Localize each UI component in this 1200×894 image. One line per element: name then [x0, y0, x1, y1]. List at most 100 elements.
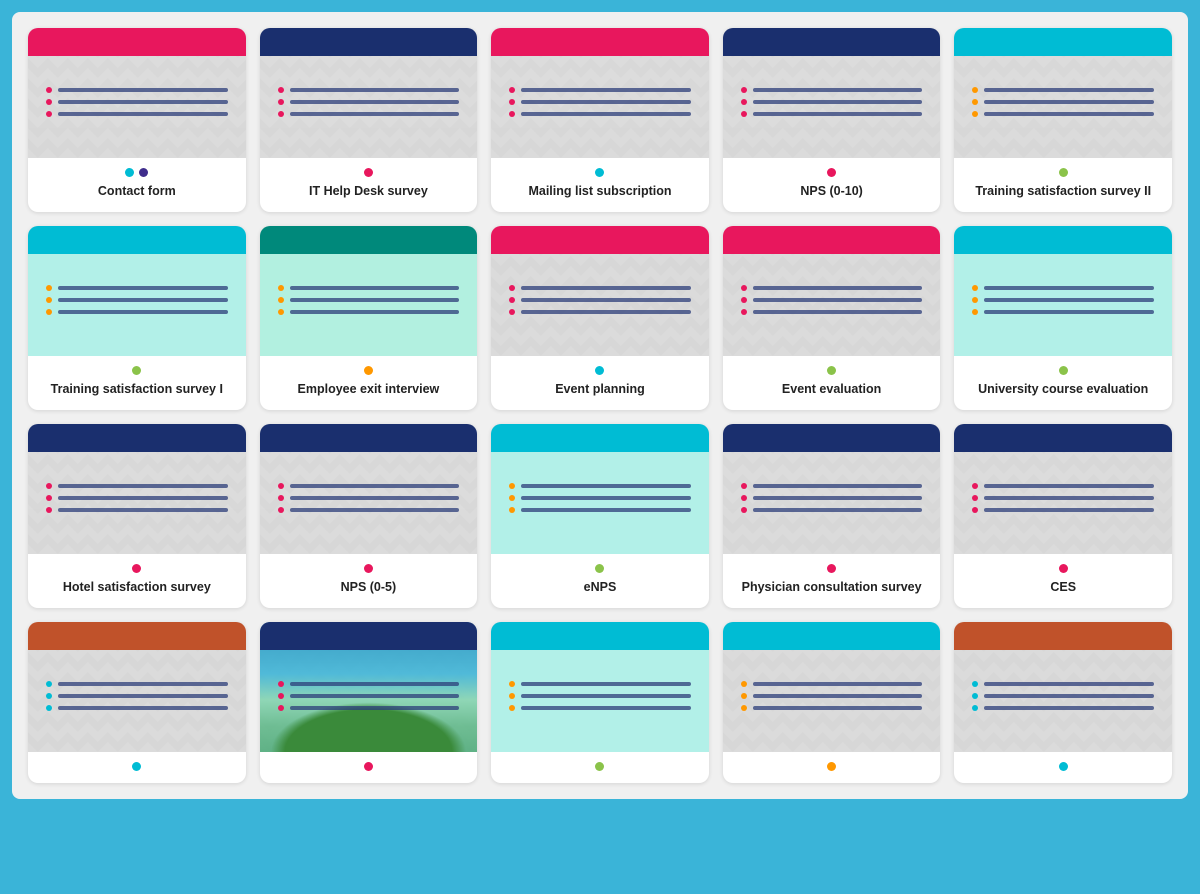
card-lines: [278, 56, 460, 148]
status-dot: [132, 564, 141, 573]
card-header-bar: [954, 226, 1172, 254]
card-header-bar: [491, 424, 709, 452]
card-dot-row: [364, 564, 373, 573]
card-lines: [46, 254, 228, 346]
card-preview: [28, 28, 246, 158]
card-preview: [491, 28, 709, 158]
card-lines: [278, 650, 460, 742]
card-row4-2[interactable]: [260, 622, 478, 783]
card-header-bar: [723, 424, 941, 452]
card-header-bar: [260, 28, 478, 56]
status-dot: [1059, 564, 1068, 573]
card-enps[interactable]: eNPS: [491, 424, 709, 608]
card-info: NPS (0-5): [260, 554, 478, 608]
card-dot-row: [364, 168, 373, 177]
status-dot: [364, 564, 373, 573]
card-label: Employee exit interview: [298, 381, 440, 398]
card-header-bar: [723, 28, 941, 56]
card-header-bar: [954, 424, 1172, 452]
card-row4-3[interactable]: [491, 622, 709, 783]
status-dot: [595, 168, 604, 177]
card-preview: [260, 226, 478, 356]
card-info: [28, 752, 246, 783]
card-lines: [509, 56, 691, 148]
card-info: eNPS: [491, 554, 709, 608]
card-row4-1[interactable]: [28, 622, 246, 783]
card-label: CES: [1050, 579, 1076, 596]
card-header-bar: [28, 28, 246, 56]
card-info: [491, 752, 709, 783]
card-lines: [741, 56, 923, 148]
card-label: University course evaluation: [978, 381, 1148, 398]
card-lines: [509, 254, 691, 346]
card-label: Physician consultation survey: [742, 579, 922, 596]
card-preview: [723, 226, 941, 356]
card-hotel-sat[interactable]: Hotel satisfaction survey: [28, 424, 246, 608]
status-dot: [827, 564, 836, 573]
card-preview: [723, 622, 941, 752]
card-dot-row: [595, 564, 604, 573]
card-label: Hotel satisfaction survey: [63, 579, 211, 596]
status-dot: [827, 762, 836, 771]
status-dot: [125, 168, 134, 177]
card-dot-row: [1059, 762, 1068, 771]
card-info: [723, 752, 941, 783]
card-header-bar: [260, 226, 478, 254]
card-university-course[interactable]: University course evaluation: [954, 226, 1172, 410]
card-label: NPS (0-10): [800, 183, 863, 200]
card-lines: [278, 452, 460, 544]
card-header-bar: [954, 622, 1172, 650]
card-nps-0-10[interactable]: NPS (0-10): [723, 28, 941, 212]
card-it-help-desk[interactable]: IT Help Desk survey: [260, 28, 478, 212]
card-contact-form[interactable]: Contact form: [28, 28, 246, 212]
card-lines: [972, 650, 1154, 742]
card-dot-row: [595, 762, 604, 771]
card-header-bar: [260, 424, 478, 452]
card-dot-row: [1059, 564, 1068, 573]
card-mailing-list[interactable]: Mailing list subscription: [491, 28, 709, 212]
card-dot-row: [132, 762, 141, 771]
card-label: IT Help Desk survey: [309, 183, 428, 200]
card-info: Training satisfaction survey II: [954, 158, 1172, 212]
card-info: Training satisfaction survey I: [28, 356, 246, 410]
card-header-bar: [723, 622, 941, 650]
card-info: Contact form: [28, 158, 246, 212]
status-dot: [827, 168, 836, 177]
card-event-planning[interactable]: Event planning: [491, 226, 709, 410]
card-row4-4[interactable]: [723, 622, 941, 783]
status-dot: [1059, 168, 1068, 177]
card-preview: [260, 28, 478, 158]
card-preview: [28, 226, 246, 356]
card-header-bar: [28, 226, 246, 254]
status-dot: [827, 366, 836, 375]
card-event-evaluation[interactable]: Event evaluation: [723, 226, 941, 410]
card-nps-0-5[interactable]: NPS (0-5): [260, 424, 478, 608]
card-label: Training satisfaction survey I: [51, 381, 223, 398]
card-dot-row: [132, 366, 141, 375]
card-header-bar: [28, 622, 246, 650]
status-dot: [364, 366, 373, 375]
card-dot-row: [125, 168, 148, 177]
card-lines: [741, 452, 923, 544]
card-training-sat-2[interactable]: Training satisfaction survey II: [954, 28, 1172, 212]
card-info: CES: [954, 554, 1172, 608]
card-label: Event evaluation: [782, 381, 881, 398]
card-ces[interactable]: CES: [954, 424, 1172, 608]
card-dot-row: [364, 366, 373, 375]
card-label: NPS (0-5): [341, 579, 397, 596]
card-employee-exit[interactable]: Employee exit interview: [260, 226, 478, 410]
card-training-sat-1[interactable]: Training satisfaction survey I: [28, 226, 246, 410]
card-preview: [954, 424, 1172, 554]
card-info: Event planning: [491, 356, 709, 410]
card-row4-5[interactable]: [954, 622, 1172, 783]
card-dot-row: [364, 762, 373, 771]
status-dot: [1059, 366, 1068, 375]
card-dot-row: [595, 366, 604, 375]
card-label: Event planning: [555, 381, 645, 398]
card-preview: [723, 424, 941, 554]
status-dot: [1059, 762, 1068, 771]
card-physician-consult[interactable]: Physician consultation survey: [723, 424, 941, 608]
status-dot: [364, 168, 373, 177]
card-label: Contact form: [98, 183, 176, 200]
status-dot: [132, 366, 141, 375]
